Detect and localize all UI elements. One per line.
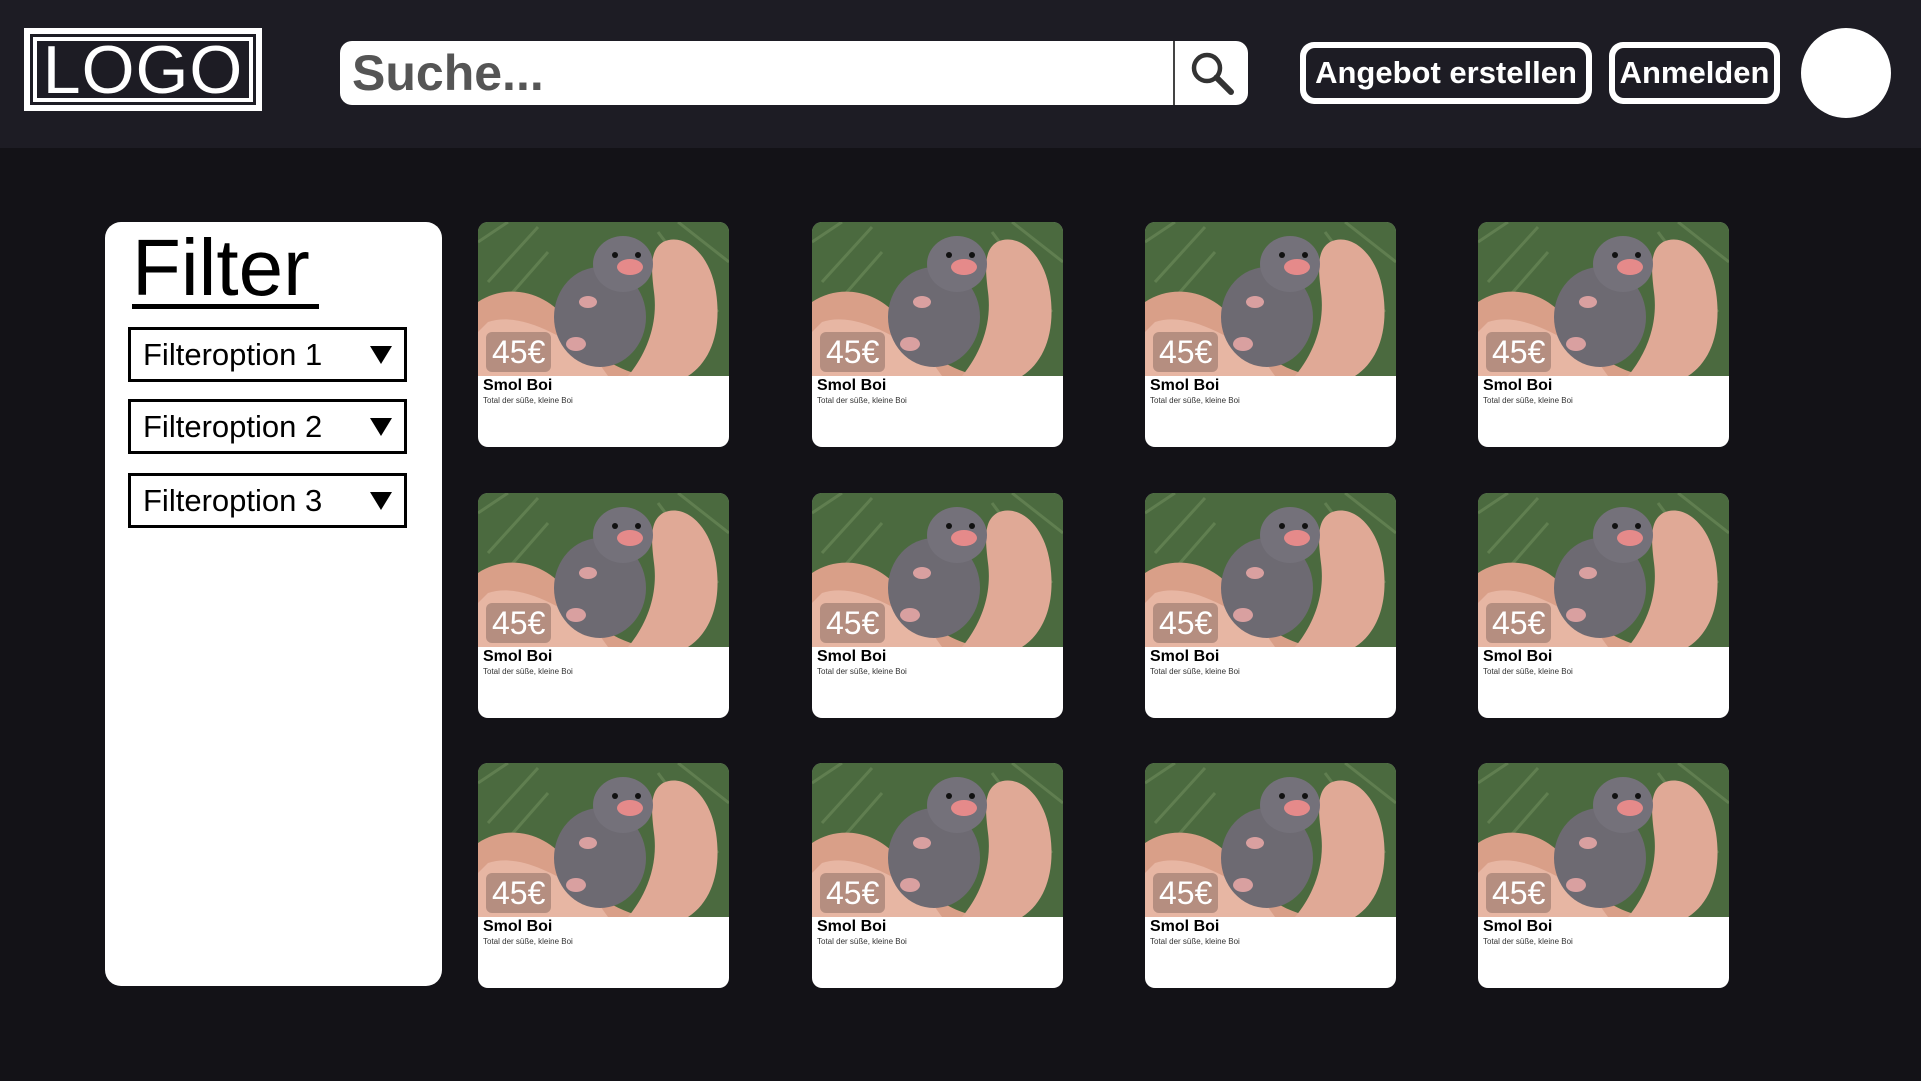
listing-title: Smol Boi (483, 918, 553, 935)
listing-description: Total der süße, kleine Boi (1150, 667, 1240, 676)
avatar[interactable] (1801, 28, 1891, 118)
listing-description: Total der süße, kleine Boi (483, 937, 573, 946)
listing-title: Smol Boi (483, 648, 553, 665)
listing-image: 45€ (812, 763, 1063, 917)
filter-title-underline (132, 304, 319, 309)
top-bar: LOGO Angebot erstellen Anmelden (0, 0, 1921, 148)
listing-card[interactable]: 45€ Smol Boi Total der süße, kleine Boi (478, 493, 729, 718)
filter-select-1[interactable]: Filteroption 1 (128, 327, 407, 382)
listing-price: 45€ (820, 603, 886, 643)
listing-image: 45€ (1145, 493, 1396, 647)
listing-description: Total der süße, kleine Boi (817, 937, 907, 946)
logo-text: LOGO (33, 32, 253, 108)
listing-title: Smol Boi (817, 648, 887, 665)
filter-panel: Filter Filteroption 1 Filteroption 2 Fil… (105, 222, 442, 986)
filter-select-1-value: Filteroption 1 (143, 336, 323, 372)
create-offer-label: Angebot erstellen (1306, 48, 1586, 98)
listing-image: 45€ (478, 493, 729, 647)
listing-card[interactable]: 45€ Smol Boi Total der süße, kleine Boi (812, 222, 1063, 447)
listing-price: 45€ (1486, 332, 1552, 372)
listing-price: 45€ (1486, 873, 1552, 913)
listing-image: 45€ (1478, 222, 1729, 376)
listing-price: 45€ (820, 873, 886, 913)
listing-description: Total der süße, kleine Boi (1483, 937, 1573, 946)
listing-card[interactable]: 45€ Smol Boi Total der süße, kleine Boi (478, 763, 729, 988)
create-offer-button[interactable]: Angebot erstellen (1300, 42, 1592, 104)
logo[interactable]: LOGO (24, 28, 262, 111)
caret-down-icon (370, 417, 392, 436)
listing-title: Smol Boi (817, 377, 887, 394)
listing-card[interactable]: 45€ Smol Boi Total der süße, kleine Boi (1145, 222, 1396, 447)
listing-image: 45€ (812, 222, 1063, 376)
listing-price: 45€ (486, 873, 552, 913)
login-button[interactable]: Anmelden (1609, 42, 1780, 104)
filter-select-2-value: Filteroption 2 (143, 408, 323, 444)
search-icon (1191, 52, 1234, 95)
filter-title: Filter (132, 223, 310, 312)
listing-title: Smol Boi (1150, 918, 1220, 935)
listing-description: Total der süße, kleine Boi (817, 396, 907, 405)
listing-title: Smol Boi (817, 918, 887, 935)
listing-price: 45€ (1486, 603, 1552, 643)
filter-select-3-value: Filteroption 3 (143, 482, 323, 518)
listing-image: 45€ (1478, 493, 1729, 647)
listing-card[interactable]: 45€ Smol Boi Total der süße, kleine Boi (812, 493, 1063, 718)
listing-description: Total der süße, kleine Boi (1483, 667, 1573, 676)
search-input[interactable] (340, 41, 1173, 105)
caret-down-icon (370, 345, 392, 364)
listing-description: Total der süße, kleine Boi (483, 667, 573, 676)
listing-card[interactable]: 45€ Smol Boi Total der süße, kleine Boi (1478, 222, 1729, 447)
listing-price: 45€ (1153, 873, 1219, 913)
listing-price: 45€ (820, 332, 886, 372)
caret-down-icon (370, 491, 392, 510)
search-button[interactable] (1175, 41, 1248, 105)
listing-title: Smol Boi (1483, 918, 1553, 935)
listing-card[interactable]: 45€ Smol Boi Total der süße, kleine Boi (478, 222, 729, 447)
filter-select-2[interactable]: Filteroption 2 (128, 399, 407, 454)
listing-image: 45€ (1145, 763, 1396, 917)
listing-image: 45€ (478, 222, 729, 376)
listing-description: Total der süße, kleine Boi (1150, 937, 1240, 946)
listing-card[interactable]: 45€ Smol Boi Total der süße, kleine Boi (1478, 763, 1729, 988)
listing-title: Smol Boi (1483, 648, 1553, 665)
search-bar (340, 41, 1248, 105)
listing-price: 45€ (1153, 603, 1219, 643)
listing-description: Total der süße, kleine Boi (483, 396, 573, 405)
listing-title: Smol Boi (1150, 648, 1220, 665)
listing-image: 45€ (1478, 763, 1729, 917)
listing-card[interactable]: 45€ Smol Boi Total der süße, kleine Boi (1478, 493, 1729, 718)
listing-image: 45€ (478, 763, 729, 917)
listing-price: 45€ (486, 332, 552, 372)
listing-image: 45€ (1145, 222, 1396, 376)
listing-description: Total der süße, kleine Boi (1483, 396, 1573, 405)
listing-title: Smol Boi (483, 377, 553, 394)
listing-card[interactable]: 45€ Smol Boi Total der süße, kleine Boi (1145, 763, 1396, 988)
listing-title: Smol Boi (1483, 377, 1553, 394)
listing-title: Smol Boi (1150, 377, 1220, 394)
listing-description: Total der süße, kleine Boi (817, 667, 907, 676)
filter-select-3[interactable]: Filteroption 3 (128, 473, 407, 528)
login-label: Anmelden (1615, 48, 1774, 98)
listing-description: Total der süße, kleine Boi (1150, 396, 1240, 405)
listing-card[interactable]: 45€ Smol Boi Total der süße, kleine Boi (1145, 493, 1396, 718)
listing-card[interactable]: 45€ Smol Boi Total der süße, kleine Boi (812, 763, 1063, 988)
listing-price: 45€ (1153, 332, 1219, 372)
listing-price: 45€ (486, 603, 552, 643)
listing-image: 45€ (812, 493, 1063, 647)
